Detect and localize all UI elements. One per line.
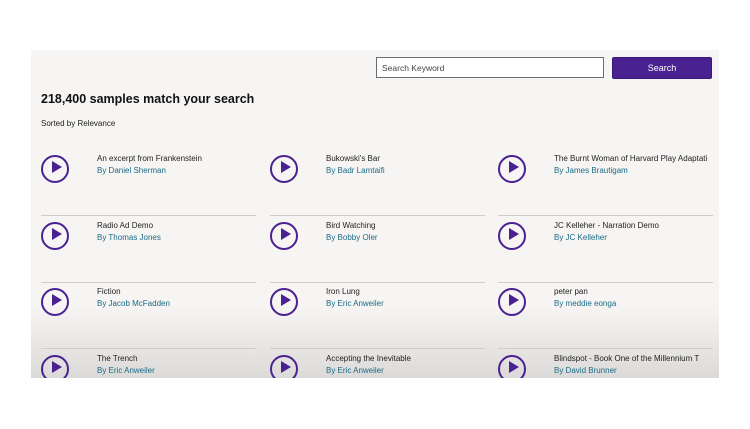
play-icon xyxy=(506,293,519,311)
play-button[interactable] xyxy=(498,222,526,250)
play-button[interactable] xyxy=(270,155,298,183)
sample-author-link[interactable]: By Bobby Oler xyxy=(326,233,484,242)
play-icon xyxy=(506,227,519,245)
results-count-heading: 218,400 samples match your search xyxy=(41,92,255,106)
play-button[interactable] xyxy=(498,155,526,183)
play-button[interactable] xyxy=(270,222,298,250)
sample-card: Iron Lung By Eric Anweiler xyxy=(270,283,485,349)
sample-title[interactable]: Bird Watching xyxy=(326,221,484,230)
sample-title[interactable]: Bukowski's Bar xyxy=(326,154,484,163)
play-icon xyxy=(49,360,62,378)
sample-title[interactable]: peter pan xyxy=(554,287,712,296)
sample-card: JC Kelleher - Narration Demo By JC Kelleh… xyxy=(498,217,713,283)
sample-card: Blindspot - Book One of the Millennium T… xyxy=(498,350,713,378)
sample-title[interactable]: Radio Ad Demo xyxy=(97,221,255,230)
sample-title[interactable]: JC Kelleher - Narration Demo xyxy=(554,221,712,230)
play-button[interactable] xyxy=(41,355,69,378)
play-button[interactable] xyxy=(270,355,298,378)
sample-author-link[interactable]: By Daniel Sherman xyxy=(97,166,255,175)
sample-title[interactable]: Iron Lung xyxy=(326,287,484,296)
sample-title[interactable]: Blindspot - Book One of the Millennium T xyxy=(554,354,712,363)
sample-author-link[interactable]: By meddie eonga xyxy=(554,299,712,308)
play-icon xyxy=(278,360,291,378)
search-input[interactable] xyxy=(376,57,604,78)
sample-card: Bird Watching By Bobby Oler xyxy=(270,217,485,283)
sample-card: The Burnt Woman of Harvard Play Adaptati… xyxy=(498,150,713,216)
sample-title[interactable]: The Trench xyxy=(97,354,255,363)
sample-author-link[interactable]: By Eric Anweiler xyxy=(326,366,484,375)
play-button[interactable] xyxy=(41,288,69,316)
sample-author-link[interactable]: By Eric Anweiler xyxy=(97,366,255,375)
sample-card: Accepting the Inevitable By Eric Anweiler xyxy=(270,350,485,378)
play-button[interactable] xyxy=(498,355,526,378)
sample-author-link[interactable]: By Badr Lamtaifi xyxy=(326,166,484,175)
sample-card: Radio Ad Demo By Thomas Jones xyxy=(41,217,256,283)
play-button[interactable] xyxy=(41,155,69,183)
sample-card: An excerpt from Frankenstein By Daniel Sh… xyxy=(41,150,256,216)
play-icon xyxy=(49,293,62,311)
play-button[interactable] xyxy=(41,222,69,250)
search-button[interactable]: Search xyxy=(612,57,712,79)
sample-author-link[interactable]: By JC Kelleher xyxy=(554,233,712,242)
play-button[interactable] xyxy=(270,288,298,316)
sample-title[interactable]: Accepting the Inevitable xyxy=(326,354,484,363)
sort-label: Sorted by Relevance xyxy=(41,119,116,128)
play-icon xyxy=(278,227,291,245)
sample-title[interactable]: The Burnt Woman of Harvard Play Adaptati xyxy=(554,154,712,163)
sample-card: Fiction By Jacob McFadden xyxy=(41,283,256,349)
play-icon xyxy=(278,293,291,311)
play-icon xyxy=(506,160,519,178)
search-results-panel: Search 218,400 samples match your search… xyxy=(31,50,719,378)
sample-author-link[interactable]: By Thomas Jones xyxy=(97,233,255,242)
sample-card: peter pan By meddie eonga xyxy=(498,283,713,349)
sample-author-link[interactable]: By David Brunner xyxy=(554,366,712,375)
play-icon xyxy=(49,227,62,245)
sample-title[interactable]: Fiction xyxy=(97,287,255,296)
play-icon xyxy=(278,160,291,178)
sample-author-link[interactable]: By Jacob McFadden xyxy=(97,299,255,308)
play-icon xyxy=(506,360,519,378)
sample-author-link[interactable]: By Eric Anweiler xyxy=(326,299,484,308)
play-button[interactable] xyxy=(498,288,526,316)
sample-card: Bukowski's Bar By Badr Lamtaifi xyxy=(270,150,485,216)
sample-author-link[interactable]: By James Brautigam xyxy=(554,166,712,175)
sample-title[interactable]: An excerpt from Frankenstein xyxy=(97,154,255,163)
sample-card: The Trench By Eric Anweiler xyxy=(41,350,256,378)
play-icon xyxy=(49,160,62,178)
